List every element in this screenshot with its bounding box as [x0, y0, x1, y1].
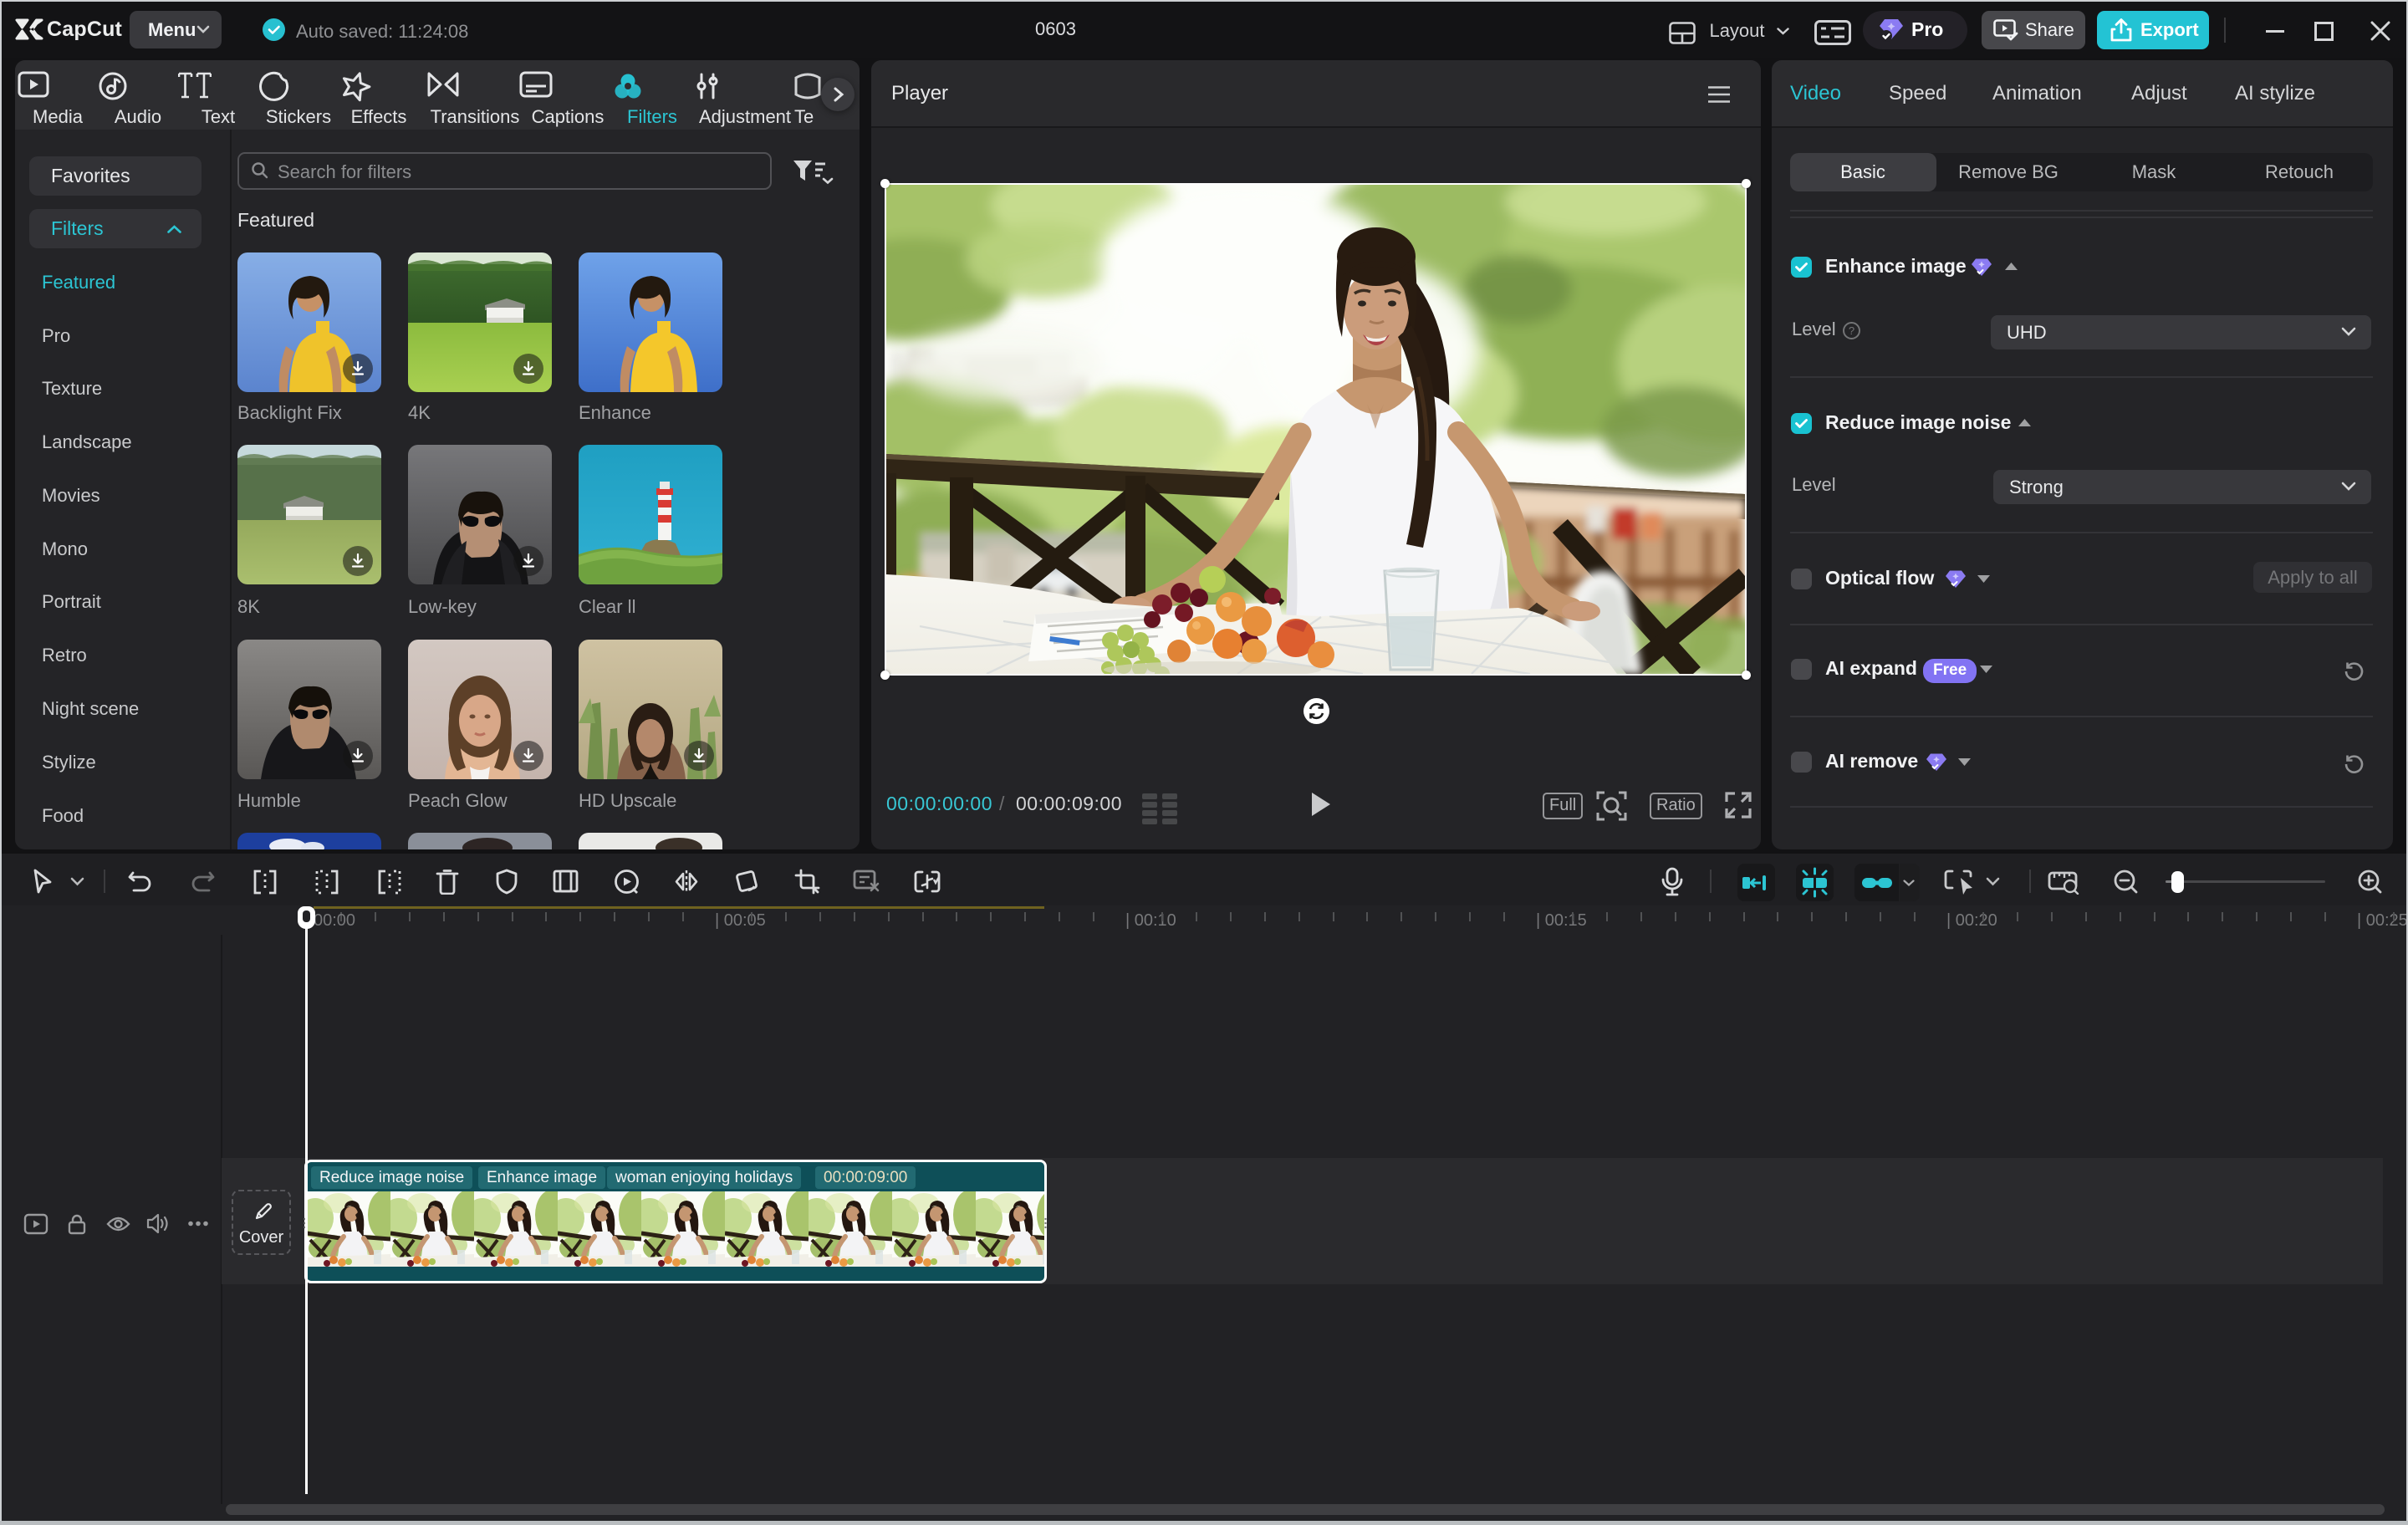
svg-text:?: ?	[1849, 324, 1854, 337]
